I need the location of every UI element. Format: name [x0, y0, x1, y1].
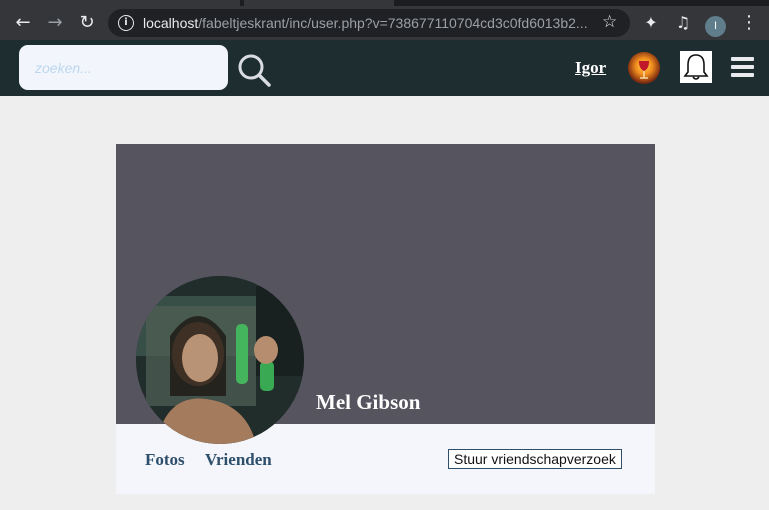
browser-menu-icon[interactable]: ⋮ [740, 12, 758, 34]
wine-glass-icon [639, 61, 649, 79]
reload-icon[interactable]: ↻ [76, 12, 98, 34]
search-icon[interactable] [237, 53, 271, 87]
profile-tabs: Fotos Vrienden Stuur vriendschapverzoek [116, 424, 655, 494]
username-link[interactable]: Igor [575, 58, 606, 78]
tab-fotos[interactable]: Fotos [145, 450, 185, 470]
address-bar[interactable]: i localhost/fabeltjeskrant/inc/user.php?… [108, 9, 630, 37]
tab-vrienden[interactable]: Vrienden [205, 450, 272, 470]
search-input[interactable] [19, 45, 228, 90]
site-header: Igor [0, 40, 769, 96]
profile-picture[interactable] [136, 276, 304, 444]
profile-card: Mel Gibson Fotos Vrienden Stuur vriendsc… [116, 144, 655, 494]
bookmark-star-icon[interactable]: ☆ [602, 12, 617, 32]
media-playlist-icon[interactable]: ♫ [672, 12, 694, 34]
forward-arrow-icon[interactable]: → [44, 12, 66, 34]
url-text[interactable]: localhost/fabeltjeskrant/inc/user.php?v=… [143, 15, 588, 31]
profile-name: Mel Gibson [316, 390, 421, 414]
puzzle-extension-icon[interactable]: ✦ [640, 12, 662, 34]
notification-bell-icon[interactable] [680, 51, 712, 83]
browser-profile-avatar[interactable]: I [705, 16, 726, 37]
browser-toolbar: ← → ↻ i localhost/fabeltjeskrant/inc/use… [0, 6, 769, 40]
menu-hamburger-icon[interactable] [731, 57, 755, 79]
back-arrow-icon[interactable]: ← [12, 12, 34, 34]
user-avatar[interactable] [628, 52, 660, 84]
send-friend-request-button[interactable]: Stuur vriendschapverzoek [448, 449, 622, 469]
info-icon[interactable]: i [118, 15, 134, 31]
